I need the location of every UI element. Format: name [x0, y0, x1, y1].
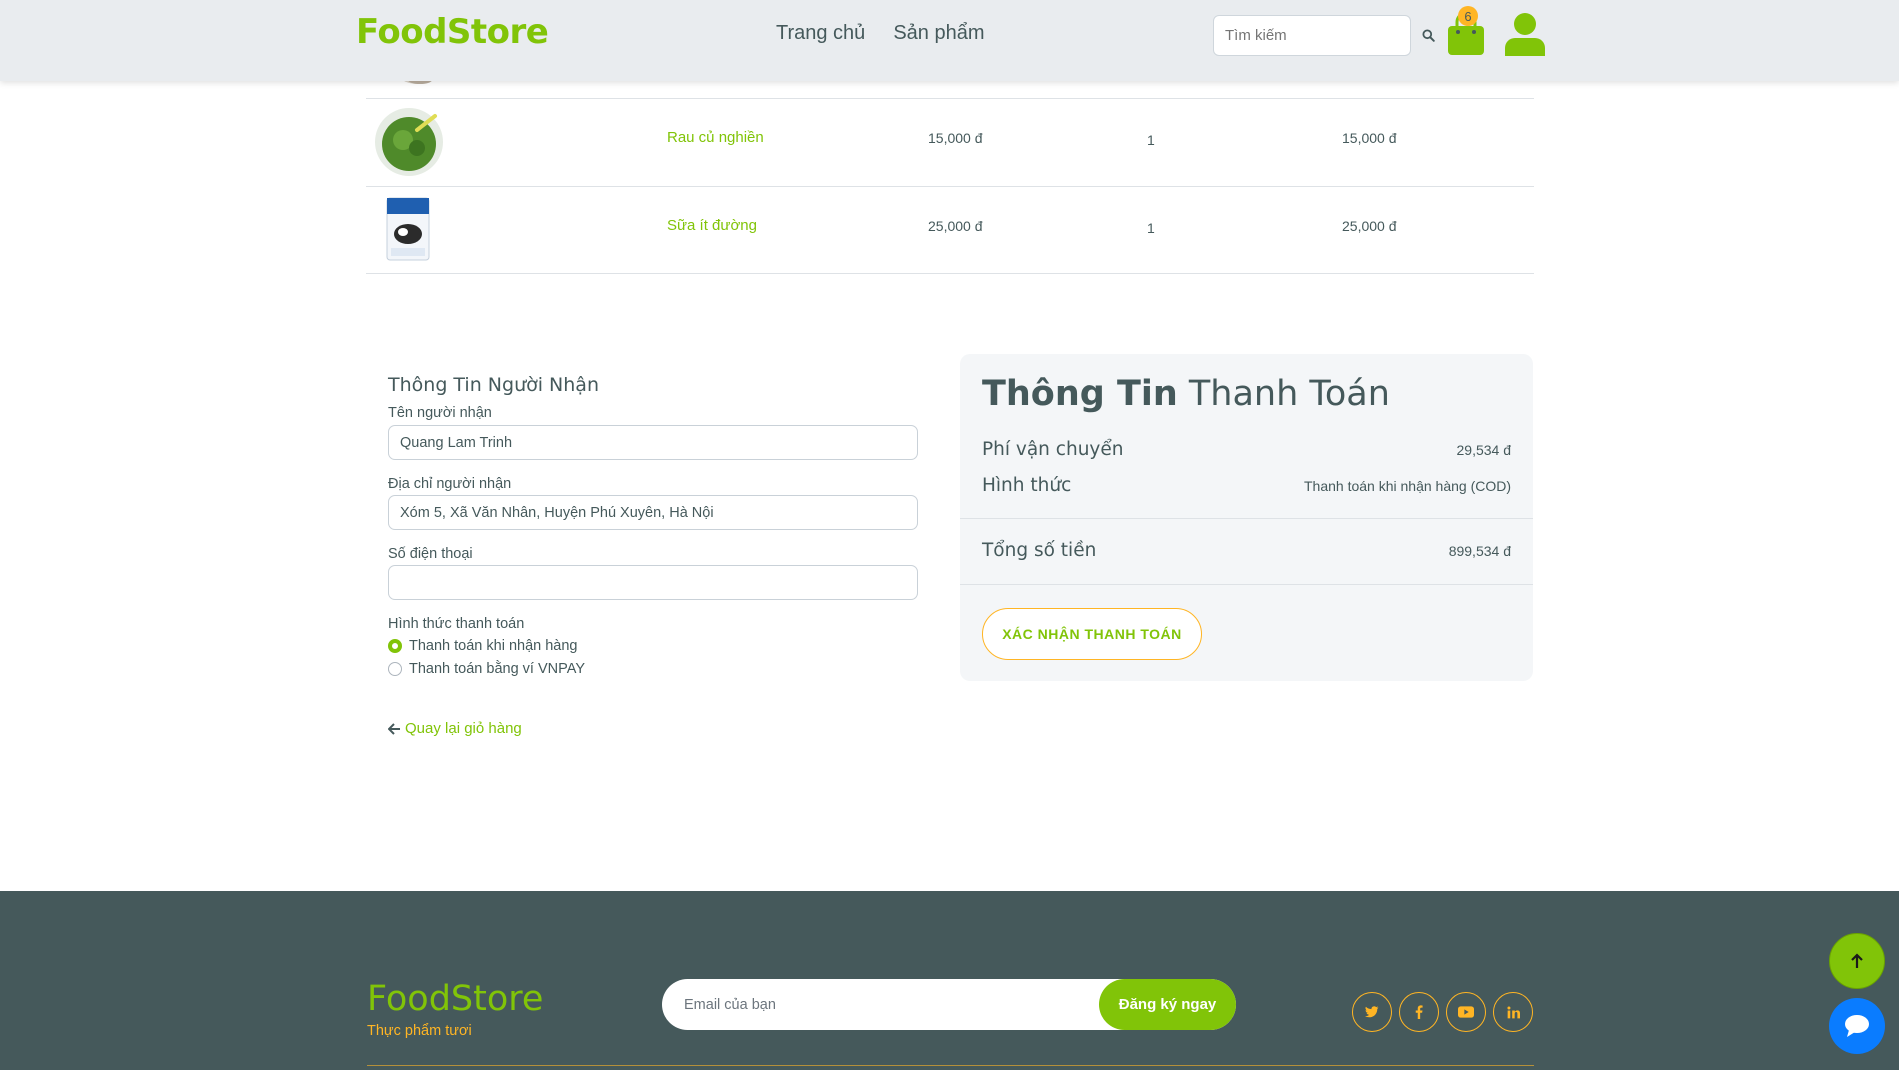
radio-button[interactable]	[388, 662, 402, 676]
back-to-top-button[interactable]	[1829, 933, 1885, 989]
panel-divider	[960, 518, 1533, 519]
product-quantity: 1	[1147, 132, 1155, 148]
payment-option-vnpay[interactable]: Thanh toán bằng ví VNPAY	[388, 661, 585, 677]
product-name-link[interactable]: Sữa ít đường	[667, 217, 757, 234]
twitter-icon[interactable]	[1352, 992, 1392, 1032]
user-icon[interactable]	[1505, 12, 1545, 56]
radio-button-checked[interactable]	[388, 639, 402, 653]
arrow-left-icon	[388, 722, 400, 735]
linkedin-icon[interactable]	[1493, 992, 1533, 1032]
search-button[interactable]	[1412, 15, 1444, 56]
back-to-cart-link[interactable]: Quay lại giỏ hàng	[388, 720, 522, 737]
product-name-link[interactable]: Rau củ nghiền	[667, 129, 764, 146]
recipient-address-input[interactable]	[388, 495, 918, 530]
product-total: 15,000 đ	[1342, 130, 1397, 146]
search-input[interactable]	[1213, 15, 1411, 56]
cart-count-badge: 6	[1458, 6, 1478, 26]
subscribe-button[interactable]: Đăng ký ngay	[1099, 979, 1236, 1030]
footer-divider	[367, 1065, 1534, 1066]
payment-summary-panel: Thông Tin Thanh Toán Phí vận chuyển 29,5…	[960, 354, 1533, 681]
footer-tagline: Thực phẩm tươi	[367, 1023, 472, 1039]
product-total: 25,000 đ	[1342, 218, 1397, 234]
product-quantity: 1	[1147, 220, 1155, 236]
recipient-section-title: Thông Tin Người Nhận	[388, 374, 599, 396]
arrow-up-icon	[1851, 953, 1863, 968]
footer-logo: FoodStore	[367, 979, 544, 1019]
search-icon	[1421, 29, 1435, 42]
nav-home-link[interactable]: Trang chủ	[776, 22, 865, 45]
confirm-payment-button[interactable]: XÁC NHẬN THANH TOÁN	[982, 608, 1202, 660]
total-value: 899,534 đ	[1448, 543, 1511, 559]
payment-option-cod[interactable]: Thanh toán khi nhận hàng	[388, 638, 578, 654]
panel-divider	[960, 584, 1533, 585]
youtube-icon[interactable]	[1446, 992, 1486, 1032]
back-link-label: Quay lại giỏ hàng	[405, 720, 522, 737]
facebook-icon[interactable]	[1399, 992, 1439, 1032]
chat-bubble-icon	[1845, 1015, 1869, 1037]
main-nav: Trang chủ Sản phẩm	[776, 22, 984, 45]
social-links	[1352, 992, 1533, 1032]
total-label: Tổng số tiền	[982, 540, 1097, 561]
nav-products-link[interactable]: Sản phẩm	[893, 22, 984, 45]
payment-option-label: Thanh toán khi nhận hàng	[409, 638, 578, 654]
site-footer: FoodStore Thực phẩm tươi Email của bạn Đ…	[0, 891, 1899, 1070]
product-image-veggie-puree	[375, 108, 443, 176]
payment-method-label: Hình thức thanh toán	[388, 616, 525, 632]
name-label: Tên người nhận	[388, 405, 492, 421]
payment-option-label: Thanh toán bằng ví VNPAY	[409, 661, 585, 677]
phone-input[interactable]	[388, 565, 918, 600]
shipping-fee-label: Phí vận chuyển	[982, 439, 1124, 460]
table-divider	[366, 273, 1534, 274]
site-header: FoodStore Trang chủ Sản phẩm 6	[0, 0, 1899, 81]
product-price: 25,000 đ	[928, 218, 983, 234]
table-divider	[366, 186, 1534, 187]
address-label: Địa chỉ người nhận	[388, 476, 512, 492]
phone-label: Số điện thoại	[388, 546, 473, 562]
table-divider	[366, 98, 1534, 99]
payment-method-summary-label: Hình thức	[982, 475, 1072, 496]
chat-button[interactable]	[1829, 998, 1885, 1054]
product-image-milk	[386, 197, 430, 261]
recipient-name-input[interactable]	[388, 425, 918, 460]
site-logo[interactable]: FoodStore	[356, 12, 549, 52]
shipping-fee-value: 29,534 đ	[1456, 442, 1512, 458]
payment-method-summary-value: Thanh toán khi nhận hàng (COD)	[1303, 478, 1511, 494]
product-price: 15,000 đ	[928, 130, 983, 146]
payment-panel-title: Thông Tin Thanh Toán	[982, 374, 1390, 414]
